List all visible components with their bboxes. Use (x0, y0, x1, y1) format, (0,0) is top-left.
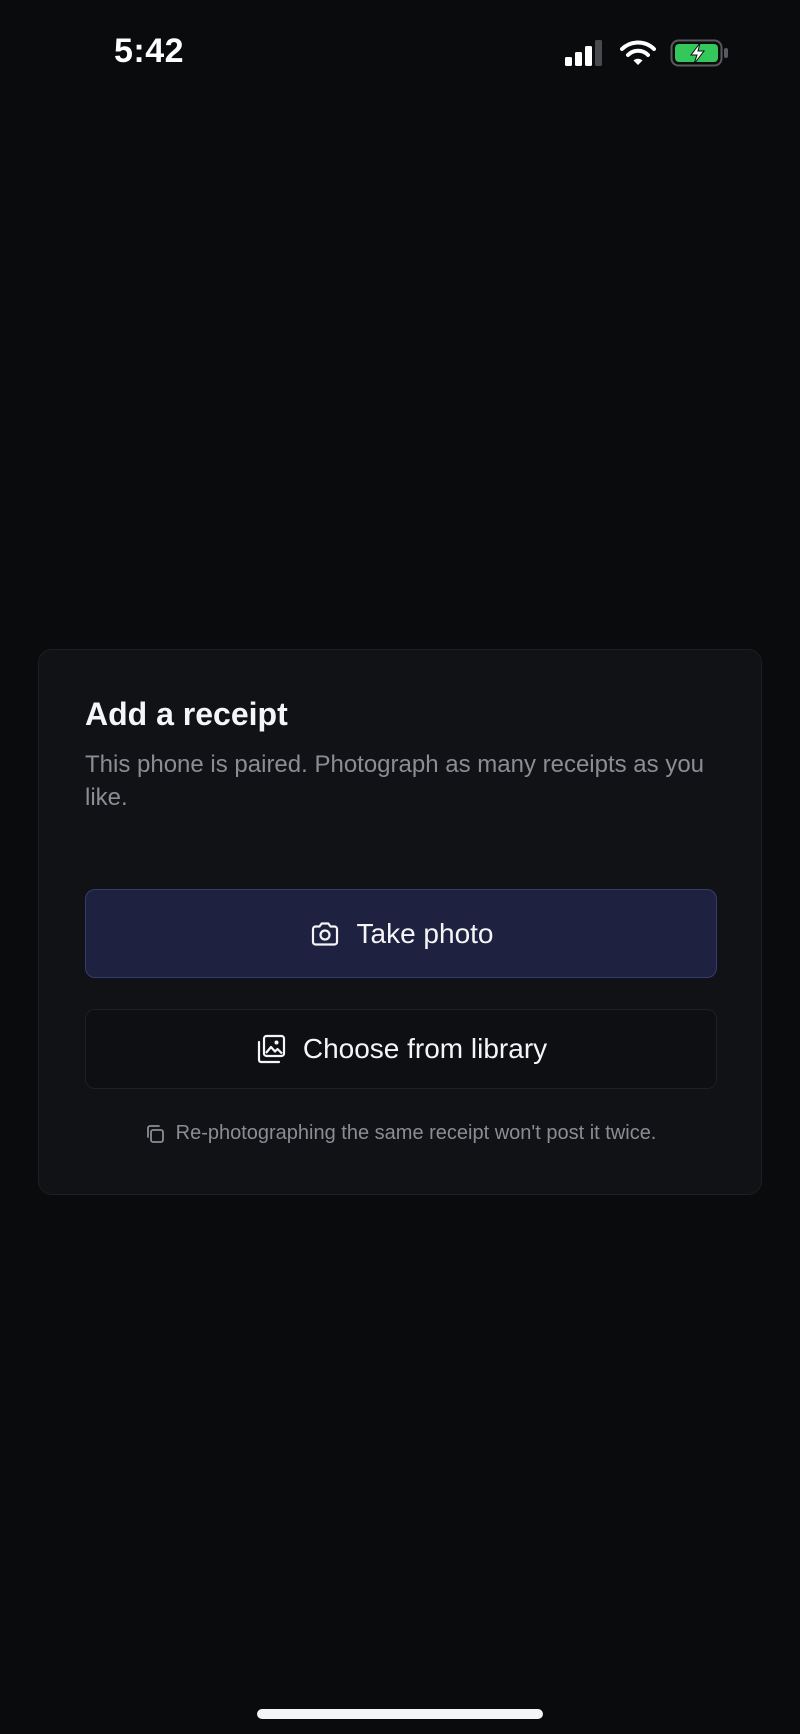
camera-icon (311, 921, 338, 946)
status-icons (564, 38, 730, 68)
screen: 5:42 Add a receipt This phone is paired.… (0, 0, 800, 1734)
copy-icon (146, 1124, 164, 1143)
card-subtitle: This phone is paired. Photograph as many… (85, 751, 705, 811)
duplicate-note: Re-photographing the same receipt won't … (39, 1122, 761, 1145)
choose-from-library-button[interactable]: Choose from library (85, 1009, 717, 1089)
duplicate-note-text: Re-photographing the same receipt won't … (175, 1122, 657, 1144)
signal-icon (565, 40, 602, 66)
take-photo-label: Take photo (356, 917, 494, 949)
photo-library-icon (257, 1034, 285, 1064)
add-receipt-card: Add a receipt This phone is paired. Phot… (38, 649, 762, 1195)
card-title: Add a receipt (85, 696, 288, 732)
battery-charging-icon (670, 39, 728, 67)
take-photo-button[interactable]: Take photo (85, 889, 717, 978)
status-bar: 5:42 (0, 0, 800, 110)
home-indicator[interactable] (257, 1709, 543, 1719)
wifi-icon (620, 40, 656, 65)
status-time: 5:42 (114, 32, 185, 70)
choose-from-library-label: Choose from library (302, 1033, 548, 1064)
